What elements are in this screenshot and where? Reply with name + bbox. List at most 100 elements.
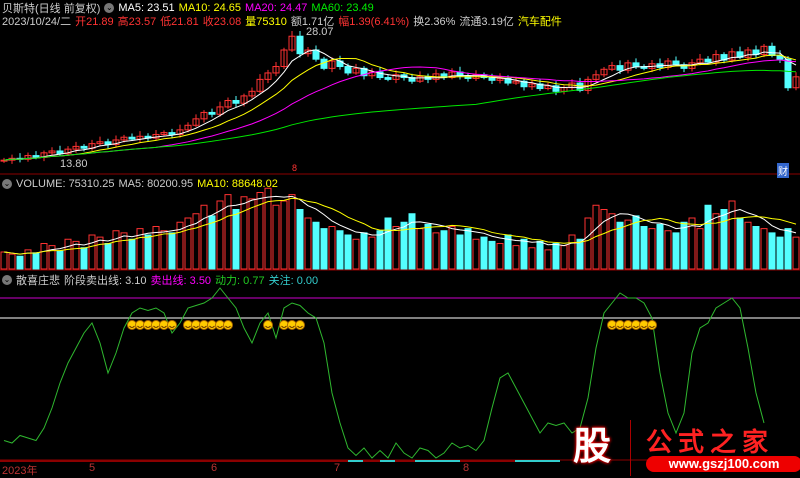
volume-bar bbox=[40, 243, 48, 270]
volume-bar bbox=[696, 228, 704, 270]
volume-bar bbox=[616, 221, 624, 270]
volume-bar bbox=[96, 236, 104, 270]
volume-bar bbox=[368, 236, 376, 270]
volume-bar bbox=[704, 204, 712, 270]
finance-badge[interactable]: 财 bbox=[777, 163, 789, 178]
volume-bar bbox=[472, 238, 480, 270]
candle-body bbox=[768, 45, 776, 57]
logo-url: www.gszj100.com bbox=[646, 456, 800, 472]
volume-bar bbox=[648, 228, 656, 270]
volume-bar bbox=[440, 230, 448, 270]
chevron-down-icon[interactable]: ⌄ bbox=[2, 274, 12, 285]
volume-bar bbox=[336, 230, 344, 270]
volume-bar bbox=[560, 245, 568, 270]
volume-bar bbox=[552, 243, 560, 270]
volume-bar bbox=[80, 247, 88, 270]
smiley-signal-icon bbox=[295, 320, 305, 330]
volume-bar bbox=[416, 228, 424, 270]
chart-canvas[interactable] bbox=[0, 0, 800, 476]
volume-bar bbox=[384, 217, 392, 270]
volume-bar bbox=[328, 226, 336, 270]
candle-body bbox=[312, 49, 320, 60]
volume-bar bbox=[608, 213, 616, 270]
candle-body bbox=[80, 145, 88, 149]
volume-bar bbox=[712, 213, 720, 270]
volume-bar bbox=[56, 250, 64, 270]
volume-bar bbox=[392, 226, 400, 270]
volume-bar bbox=[168, 232, 176, 270]
volume-bar bbox=[488, 240, 496, 270]
volume-bar bbox=[144, 234, 152, 270]
xaxis-label: 6 bbox=[211, 462, 218, 474]
volume-bar bbox=[576, 238, 584, 270]
momentum: 动力: 0.77 bbox=[215, 274, 265, 287]
volume-bar bbox=[104, 243, 112, 270]
candle-body bbox=[208, 111, 216, 115]
candle-body bbox=[296, 35, 304, 55]
candle-body bbox=[32, 155, 40, 158]
volume-bar bbox=[16, 255, 24, 270]
smiley-signal-icon bbox=[167, 320, 177, 330]
volume-bar bbox=[128, 238, 136, 270]
candle-body bbox=[344, 66, 352, 74]
volume-bar bbox=[752, 226, 760, 270]
volume-bar bbox=[720, 209, 728, 270]
volume-value: VOLUME: 75310.25 bbox=[16, 177, 115, 190]
volume-ma5: MA5: 80200.95 bbox=[118, 177, 194, 190]
volume-bar bbox=[624, 219, 632, 270]
volume-bar bbox=[456, 234, 464, 270]
volume-bar bbox=[312, 221, 320, 270]
volume-bar bbox=[288, 194, 296, 270]
volume-bar bbox=[296, 209, 304, 270]
volume-bar bbox=[680, 221, 688, 270]
candle-body bbox=[168, 132, 176, 135]
volume-bar bbox=[200, 204, 208, 270]
volume-bar bbox=[344, 234, 352, 270]
volume-bar bbox=[480, 236, 488, 270]
volume-bar bbox=[672, 232, 680, 270]
watermark-logo: 股 公式之家 www.gszj100.com bbox=[560, 420, 800, 476]
stage-sell-line: 阶段卖出线: 3.10 bbox=[64, 274, 147, 287]
volume-header: ⌄ VOLUME: 75310.25 MA5: 80200.95 MA10: 8… bbox=[2, 177, 278, 190]
logo-text: 公式之家 bbox=[646, 427, 775, 457]
volume-bar bbox=[432, 232, 440, 270]
volume-bar bbox=[776, 236, 784, 270]
volume-bar bbox=[8, 253, 16, 270]
volume-bar bbox=[72, 240, 80, 270]
volume-bar bbox=[600, 209, 608, 270]
volume-bar bbox=[160, 230, 168, 270]
volume-bar bbox=[496, 243, 504, 270]
event-marker[interactable]: 8 bbox=[292, 163, 297, 173]
volume-bar bbox=[264, 187, 272, 270]
volume-bar bbox=[536, 240, 544, 270]
chevron-down-icon[interactable]: ⌄ bbox=[2, 178, 12, 189]
candle-body bbox=[704, 58, 712, 63]
volume-bar bbox=[88, 234, 96, 270]
volume-bar bbox=[584, 217, 592, 270]
volume-bar bbox=[568, 234, 576, 270]
volume-bar bbox=[352, 238, 360, 270]
volume-bar bbox=[528, 247, 536, 270]
candle-body bbox=[616, 65, 624, 71]
volume-bar bbox=[512, 245, 520, 270]
volume-bar bbox=[112, 230, 120, 270]
volume-bar bbox=[280, 200, 288, 270]
volume-bar bbox=[520, 238, 528, 270]
candle-body bbox=[784, 58, 792, 89]
ma60-line bbox=[3, 69, 797, 161]
volume-bar bbox=[504, 234, 512, 270]
volume-bar bbox=[424, 223, 432, 270]
volume-bar bbox=[464, 228, 472, 270]
volume-bar bbox=[248, 198, 256, 270]
xaxis-label: 8 bbox=[463, 462, 470, 474]
volume-bar bbox=[232, 209, 240, 270]
volume-bar bbox=[664, 230, 672, 270]
volume-bar bbox=[760, 228, 768, 270]
volume-bar bbox=[32, 252, 40, 270]
smiley-signal-icon bbox=[263, 320, 273, 330]
volume-bar bbox=[448, 226, 456, 270]
volume-bar bbox=[0, 251, 8, 270]
volume-bar bbox=[736, 217, 744, 270]
volume-bar bbox=[360, 232, 368, 270]
indicator-header: ⌄ 散喜庄悲 阶段卖出线: 3.10 卖出线: 3.50 动力: 0.77 关注… bbox=[2, 273, 318, 287]
